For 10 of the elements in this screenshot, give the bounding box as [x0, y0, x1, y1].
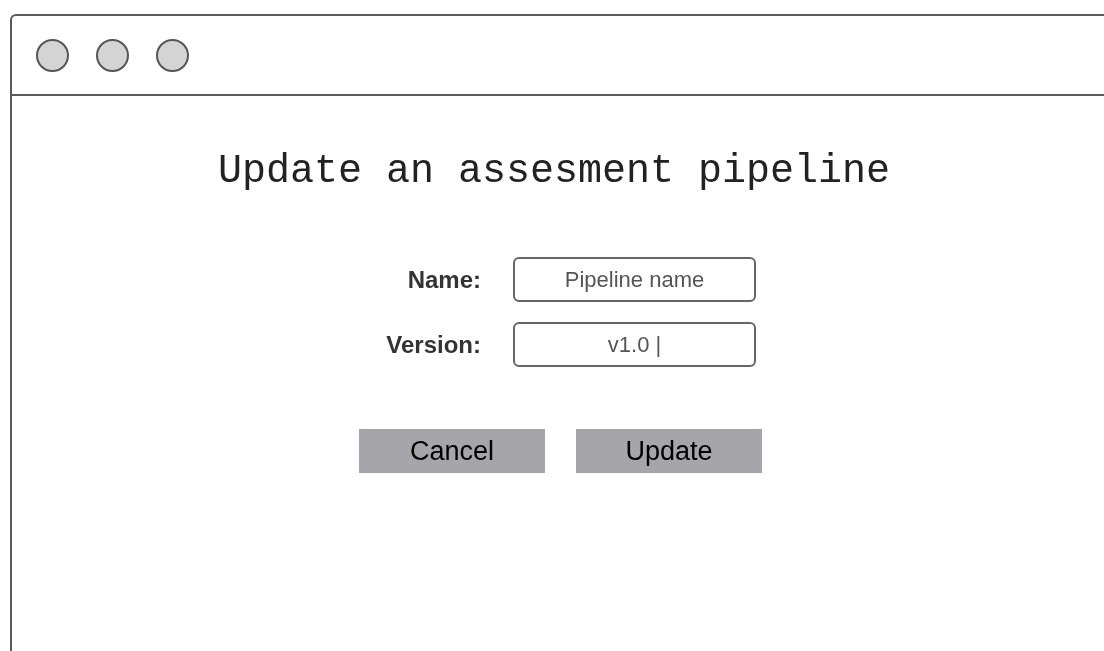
window-control-icon[interactable]	[96, 38, 129, 72]
action-button[interactable]: Update	[576, 429, 762, 473]
page-title: Update an assesment pipeline	[216, 148, 892, 196]
action-button[interactable]: Cancel	[359, 429, 545, 473]
field-label: Version:	[385, 329, 481, 360]
field-label: Name:	[406, 264, 481, 295]
window-control-icon[interactable]	[156, 38, 189, 72]
window-control-icon[interactable]	[36, 38, 69, 72]
text-field[interactable]: v1.0 |	[513, 322, 756, 367]
text-field[interactable]: Pipeline name	[513, 257, 756, 302]
